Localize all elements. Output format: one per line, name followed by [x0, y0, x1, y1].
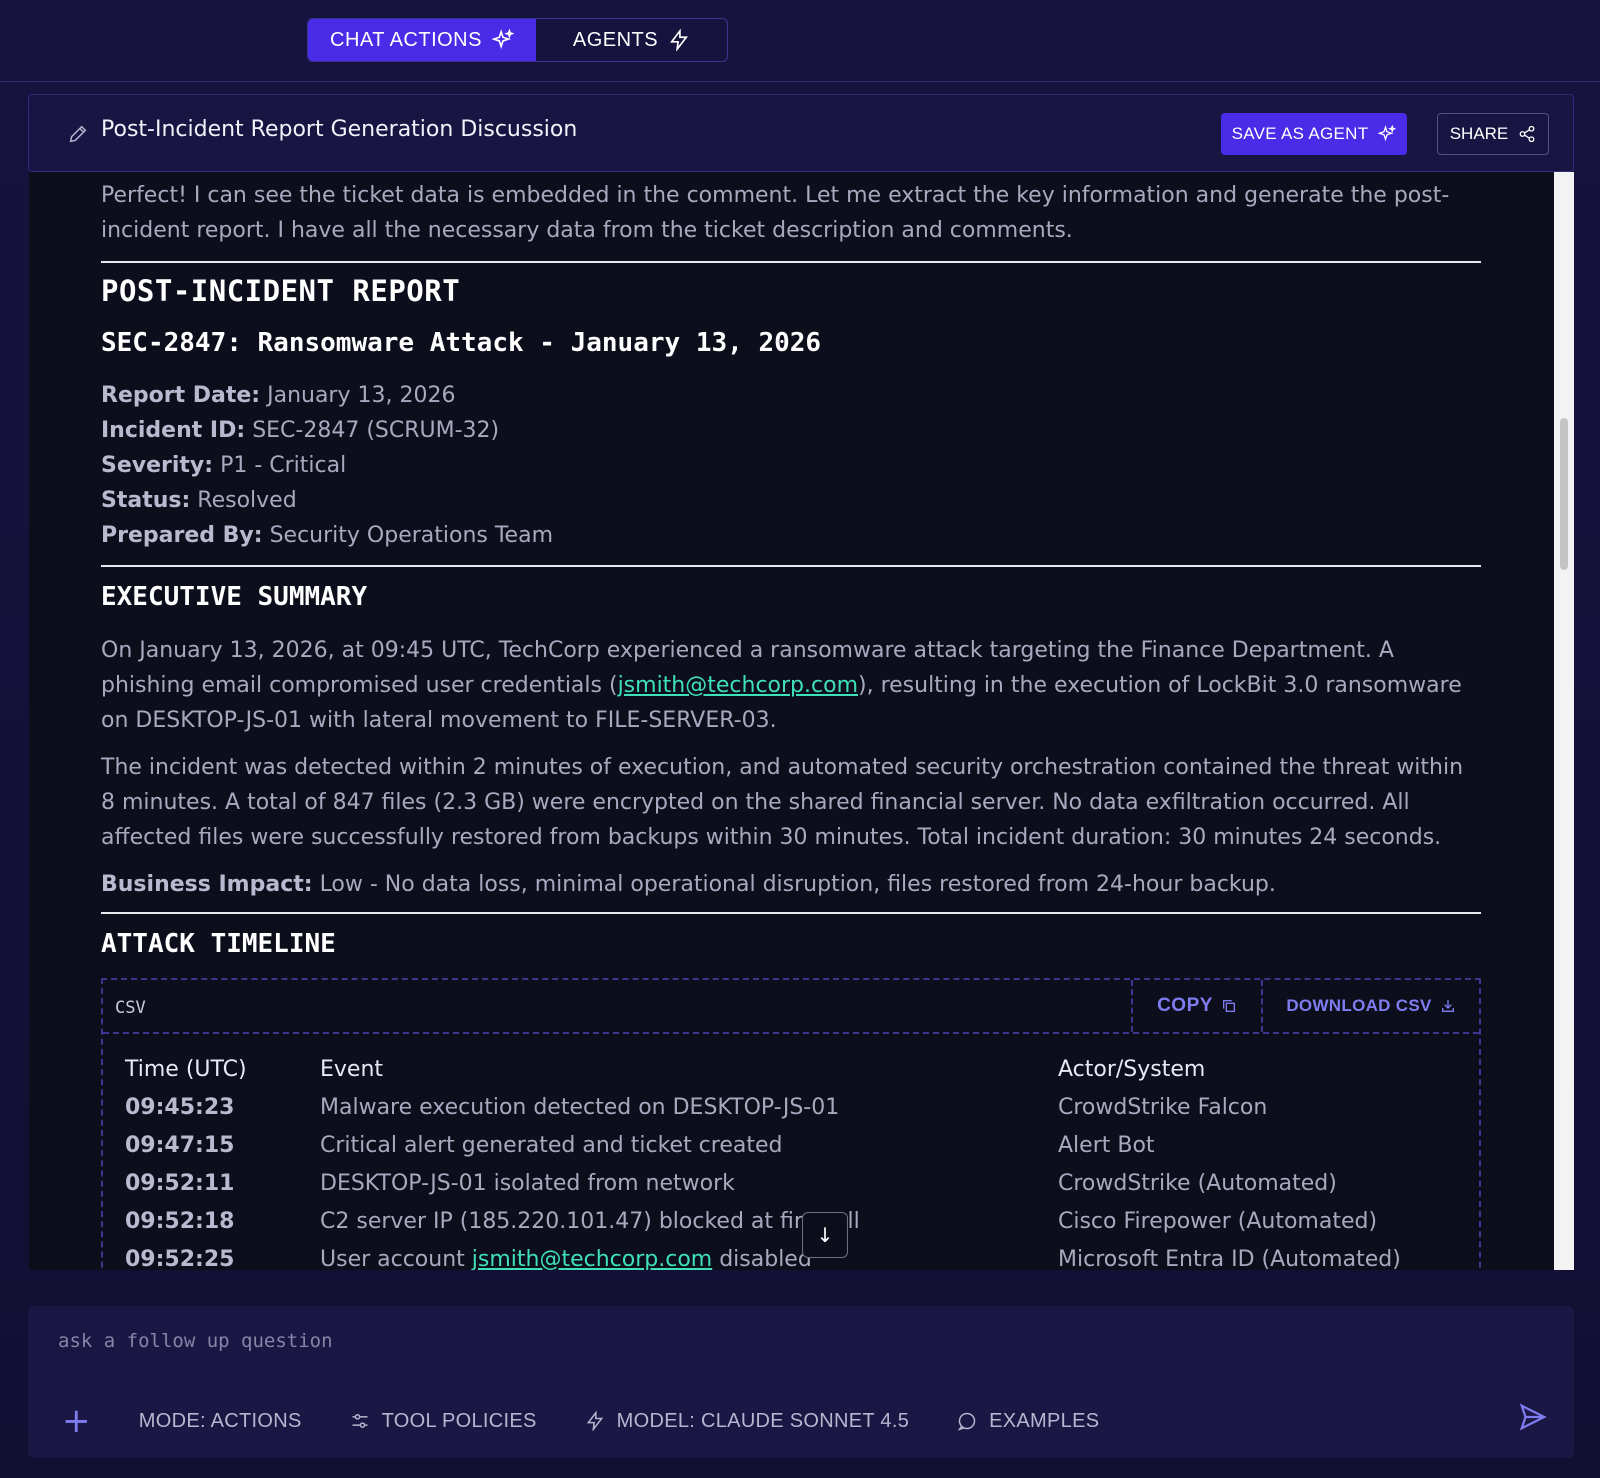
- table-row: 09:47:15 Critical alert generated and ti…: [125, 1126, 1458, 1164]
- csv-table: Time (UTC) Event Actor/System 09:45:23 M…: [125, 1050, 1458, 1271]
- composer-toolbar: + MODE: ACTIONS TOOL POLICIES MODEL: CLA…: [62, 1404, 1147, 1438]
- model-label: MODEL: CLAUDE SONNET 4.5: [616, 1409, 910, 1432]
- save-label: SAVE AS AGENT: [1231, 124, 1369, 143]
- tab-label: CHAT ACTIONS: [330, 28, 482, 51]
- follow-up-input[interactable]: ask a follow up question: [58, 1330, 333, 1352]
- send-icon[interactable]: [1518, 1402, 1548, 1432]
- mode-button[interactable]: MODE: ACTIONS: [139, 1410, 302, 1433]
- meta-row: Severity: P1 - Critical: [101, 453, 347, 478]
- meta-row: Incident ID: SEC-2847 (SCRUM-32): [101, 418, 500, 443]
- cell-actor: CrowdStrike (Automated): [1058, 1170, 1337, 1196]
- report-subtitle: SEC-2847: Ransomware Attack - January 13…: [101, 328, 822, 358]
- scroll-to-bottom-button[interactable]: ↓: [802, 1212, 848, 1258]
- executive-summary-p2: The incident was detected within 2 minut…: [101, 755, 1464, 850]
- report-meta: Report Date: January 13, 2026 Incident I…: [101, 378, 553, 553]
- csv-label: CSV: [115, 998, 146, 1018]
- examples-label: EXAMPLES: [989, 1409, 1100, 1432]
- download-csv-button[interactable]: DOWNLOAD CSV: [1261, 980, 1479, 1032]
- arrow-down-icon: ↓: [816, 1223, 834, 1247]
- tab-label: AGENTS: [572, 28, 659, 51]
- assistant-intro: Perfect! I can see the ticket data is em…: [101, 183, 1450, 243]
- plus-icon[interactable]: +: [62, 1404, 91, 1438]
- csv-header: CSV COPY DOWNLOAD CSV: [103, 980, 1479, 1034]
- tool-policies-label: TOOL POLICIES: [381, 1409, 537, 1432]
- mode-label: MODE: ACTIONS: [138, 1409, 302, 1432]
- cell-actor: Cisco Firepower (Automated): [1058, 1208, 1378, 1234]
- save-as-agent-button[interactable]: SAVE AS AGENT: [1221, 113, 1407, 155]
- download-label: DOWNLOAD CSV: [1286, 996, 1432, 1015]
- divider: [101, 261, 1481, 263]
- table-header-row: Time (UTC) Event Actor/System: [125, 1050, 1458, 1088]
- share-label: SHARE: [1449, 124, 1509, 143]
- email-link[interactable]: jsmith@techcorp.com: [472, 1247, 712, 1271]
- cell-event: User account jsmith@techcorp.com disable…: [320, 1246, 812, 1271]
- composer: ask a follow up question + MODE: ACTIONS…: [28, 1306, 1574, 1458]
- table-row: 09:52:11 DESKTOP-JS-01 isolated from net…: [125, 1164, 1458, 1202]
- message-content: Perfect! I can see the ticket data is em…: [29, 172, 1554, 1270]
- column-header: Time (UTC): [125, 1056, 247, 1082]
- mode-tabs: CHAT ACTIONS AGENTS: [307, 18, 728, 62]
- share-icon: [1519, 125, 1535, 143]
- divider: [101, 565, 1481, 567]
- cell-event: DESKTOP-JS-01 isolated from network: [320, 1170, 735, 1196]
- column-header: Event: [320, 1056, 384, 1082]
- meta-row: Status: Resolved: [101, 488, 297, 513]
- lightning-icon: [586, 1411, 603, 1431]
- download-icon: [1441, 1000, 1454, 1012]
- report-title: POST-INCIDENT REPORT: [101, 274, 461, 308]
- chat-bubble-icon: [957, 1412, 976, 1431]
- cell-event: Critical alert generated and ticket crea…: [320, 1132, 783, 1158]
- chat-title[interactable]: Post-Incident Report Generation Discussi…: [101, 117, 577, 142]
- cell-event: Malware execution detected on DESKTOP-JS…: [320, 1094, 840, 1120]
- meta-row: Report Date: January 13, 2026: [101, 383, 456, 408]
- attack-timeline-heading: ATTACK TIMELINE: [101, 929, 336, 959]
- sparkle-icon: [1378, 125, 1397, 142]
- table-row: 09:52:25 User account jsmith@techcorp.co…: [125, 1240, 1458, 1271]
- scrollbar-thumb[interactable]: [1560, 418, 1568, 570]
- tab-agents[interactable]: AGENTS: [536, 19, 727, 61]
- table-row: 09:52:18 C2 server IP (185.220.101.47) b…: [125, 1202, 1458, 1240]
- cell-event: C2 server IP (185.220.101.47) blocked at…: [320, 1208, 860, 1234]
- top-nav: CHAT ACTIONS AGENTS: [0, 0, 1600, 82]
- cell-actor: Microsoft Entra ID (Automated): [1058, 1246, 1401, 1271]
- divider: [101, 912, 1481, 914]
- sparkle-icon: [491, 29, 514, 50]
- chat-header: Post-Incident Report Generation Discussi…: [28, 94, 1574, 172]
- model-button[interactable]: MODEL: CLAUDE SONNET 4.5: [585, 1410, 909, 1433]
- table-row: 09:45:23 Malware execution detected on D…: [125, 1088, 1458, 1126]
- examples-button[interactable]: EXAMPLES: [957, 1410, 1099, 1433]
- copy-button[interactable]: COPY: [1131, 980, 1261, 1032]
- sliders-icon: [352, 1414, 368, 1428]
- scrollbar[interactable]: [1554, 172, 1574, 1270]
- share-button[interactable]: SHARE: [1437, 113, 1549, 155]
- tab-chat-actions[interactable]: CHAT ACTIONS: [308, 19, 536, 61]
- meta-row: Prepared By: Security Operations Team: [101, 523, 553, 548]
- executive-summary-heading: EXECUTIVE SUMMARY: [101, 582, 368, 612]
- executive-summary-p1: On January 13, 2026, at 09:45 UTC, TechC…: [101, 638, 1462, 733]
- cell-actor: CrowdStrike Falcon: [1058, 1094, 1268, 1120]
- pencil-icon[interactable]: [67, 123, 89, 145]
- copy-icon: [1222, 1000, 1235, 1012]
- lightning-icon: [670, 29, 689, 51]
- cell-time: 09:45:23: [125, 1094, 235, 1120]
- cell-time: 09:52:25: [125, 1246, 235, 1271]
- cell-time: 09:52:11: [125, 1170, 235, 1196]
- column-header: Actor/System: [1058, 1056, 1206, 1082]
- csv-block: CSV COPY DOWNLOAD CSV Time (UTC) Event A…: [101, 978, 1481, 1270]
- copy-label: COPY: [1157, 995, 1213, 1016]
- tool-policies-button[interactable]: TOOL POLICIES: [350, 1410, 537, 1433]
- email-link[interactable]: jsmith@techcorp.com: [618, 673, 858, 698]
- cell-actor: Alert Bot: [1058, 1132, 1155, 1158]
- cell-time: 09:47:15: [125, 1132, 235, 1158]
- business-impact: Business Impact: Low - No data loss, min…: [101, 872, 1276, 897]
- cell-time: 09:52:18: [125, 1208, 235, 1234]
